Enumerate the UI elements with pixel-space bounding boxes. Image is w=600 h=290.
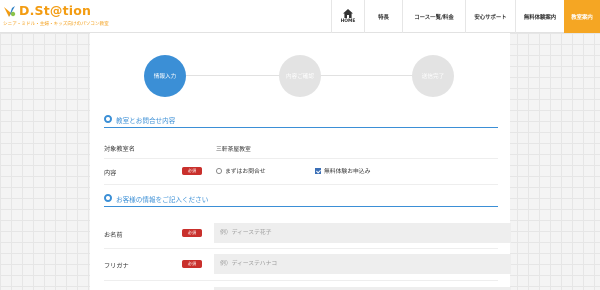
option-inquiry-label: まずはお問合せ [225, 169, 266, 175]
required-badge: 必須 [182, 260, 202, 268]
nav-free-trial[interactable]: 無料体験案内 [515, 0, 564, 33]
content-label: 内容 [104, 170, 117, 177]
kana-label: フリガナ [104, 263, 129, 270]
site-logo[interactable]: D.St@tion シニア・ミドル・主婦・キッズ向けのパソコン教室 [2, 3, 112, 31]
site-header: D.St@tion シニア・ミドル・主婦・キッズ向けのパソコン教室 HOME 特… [0, 0, 600, 33]
section-bullet-icon [104, 194, 112, 202]
section-inquiry-header: 教室とお問合せ内容 [104, 114, 498, 128]
progress-steps: 情報入力 内容ご確認 送信完了 [90, 53, 510, 99]
name-label: お名前 [104, 232, 123, 239]
step-confirm: 内容ご確認 [279, 55, 321, 97]
logo-mark-icon [4, 6, 16, 17]
section-title: 教室とお問合せ内容 [116, 117, 176, 125]
required-badge: 必須 [182, 229, 202, 237]
radio-inquiry[interactable] [216, 167, 222, 174]
row-kana: フリガナ 必須 [104, 249, 511, 281]
option-trial[interactable]: 無料体験お申込み [315, 166, 370, 175]
logo-tagline: シニア・ミドル・主婦・キッズ向けのパソコン教室 [3, 22, 109, 27]
nav-features[interactable]: 特長 [364, 0, 402, 33]
required-badge: 必須 [182, 167, 202, 175]
row-school: 対象教室名 三軒茶屋教室 [104, 137, 498, 159]
kana-input[interactable] [214, 254, 511, 274]
nav-support[interactable]: 安心サポート [465, 0, 515, 33]
row-content: 内容 必須 まずはお問合せ 無料体験お申込み [104, 159, 498, 185]
section-bullet-icon [104, 115, 112, 123]
home-icon [343, 9, 353, 18]
row-name: お名前 必須 [104, 219, 511, 249]
step-input: 情報入力 [144, 55, 186, 97]
logo-text: D.St@tion [19, 3, 92, 18]
option-inquiry[interactable]: まずはお問合せ [216, 166, 266, 175]
nav-home[interactable]: HOME [331, 0, 364, 33]
name-input[interactable] [214, 223, 511, 243]
section-customer-header: お客様の情報をご記入ください [104, 193, 498, 207]
form-panel: 情報入力 内容ご確認 送信完了 教室とお問合せ内容 対象教室名 三軒茶屋教室 内… [90, 33, 511, 290]
school-label: 対象教室名 [104, 146, 135, 153]
step-complete: 送信完了 [412, 55, 454, 97]
section-title: お客様の情報をご記入ください [116, 196, 209, 204]
option-trial-label: 無料体験お申込み [324, 169, 371, 175]
nav-home-label: HOME [340, 19, 356, 24]
school-value: 三軒茶屋教室 [216, 147, 251, 153]
main-nav: HOME 特長 コース一覧/料金 安心サポート 無料体験案内 教室案内 [331, 0, 600, 33]
nav-courses[interactable]: コース一覧/料金 [402, 0, 465, 33]
checkbox-trial[interactable] [315, 167, 321, 174]
nav-school-info[interactable]: 教室案内 [564, 0, 600, 33]
